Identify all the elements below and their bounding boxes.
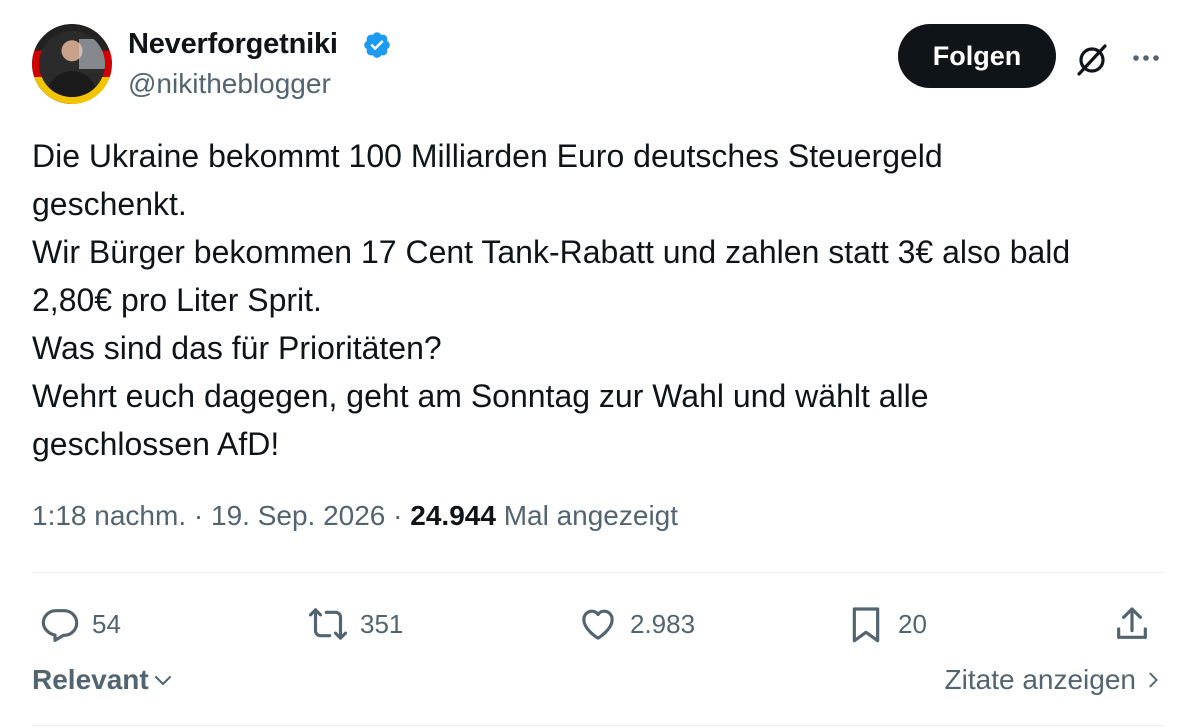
divider [32, 725, 1164, 726]
quotes-label: Zitate anzeigen [944, 664, 1136, 695]
sort-label: Relevant [32, 664, 149, 695]
bookmark-button[interactable]: 20 [846, 596, 927, 652]
handle[interactable]: @nikitheblogger [128, 68, 331, 100]
tweet-meta: 1:18 nachm. · 19. Sep. 2026 · 24.944 Mal… [32, 500, 678, 532]
reply-count: 54 [92, 608, 121, 639]
sort-dropdown[interactable]: Relevant [32, 664, 175, 696]
grok-icon[interactable] [1072, 40, 1112, 80]
reply-button[interactable]: 54 [40, 596, 121, 652]
tweet-header: Neverforgetniki @nikitheblogger Folgen [32, 24, 1164, 106]
reply-icon [41, 609, 79, 642]
tweet-time[interactable]: 1:18 nachm. [32, 500, 186, 531]
replies-footer: Relevant Zitate anzeigen [32, 664, 1164, 708]
more-icon[interactable] [1128, 40, 1164, 76]
share-button[interactable] [1112, 596, 1152, 652]
divider [32, 572, 1164, 573]
tweet-text: Die Ukraine bekommt 100 Milliarden Euro … [32, 138, 1071, 462]
follow-button[interactable]: Folgen [898, 24, 1056, 88]
tweet-date[interactable]: 19. Sep. 2026 [211, 500, 385, 531]
views-count: 24.944 [410, 500, 496, 531]
bookmark-count: 20 [898, 608, 927, 639]
like-count: 2.983 [630, 608, 696, 639]
bookmark-icon [852, 607, 880, 643]
repost-icon [308, 608, 348, 640]
verified-badge-icon [364, 32, 390, 58]
share-icon [1117, 607, 1147, 639]
like-button[interactable]: 2.983 [578, 596, 695, 652]
action-bar: 54 351 2.983 20 [32, 596, 1164, 652]
heart-icon [582, 609, 614, 640]
views-label: Mal angezeigt [503, 500, 679, 531]
chevron-down-icon [154, 676, 171, 685]
avatar-photo [39, 31, 105, 97]
view-quotes-link[interactable]: Zitate anzeigen [945, 664, 1164, 696]
display-name[interactable]: Neverforgetniki [128, 28, 338, 61]
repost-count: 351 [360, 608, 404, 639]
meta-separator: · [193, 500, 211, 531]
chevron-right-icon [1149, 672, 1158, 688]
repost-button[interactable]: 351 [308, 596, 403, 652]
meta-separator: · [393, 500, 411, 531]
avatar[interactable] [32, 24, 112, 104]
